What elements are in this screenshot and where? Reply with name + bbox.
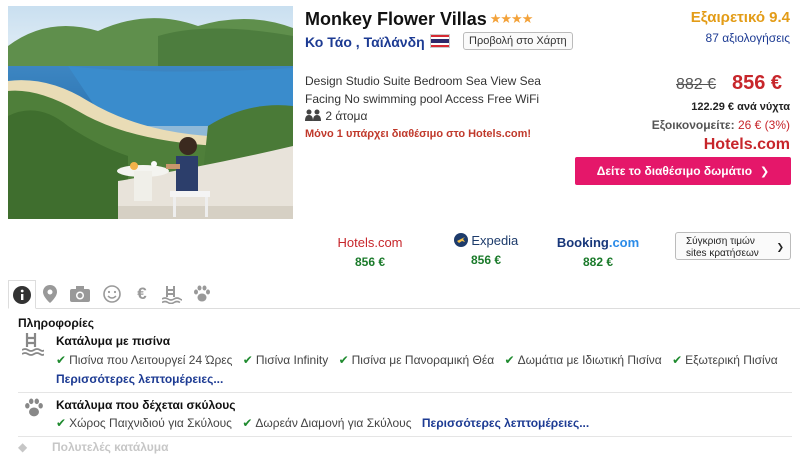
check-icon: ✔ [56,416,67,430]
cta-label: Δείτε το διαθέσιμο δωμάτιο [596,164,753,178]
savings: Εξοικονομείτε: 26 € (3%) [652,118,790,132]
dogs-section-title: Κατάλυμα που δέχεται σκύλους [56,398,236,412]
feature-label: Πισίνα με Πανοραμική Θέα [351,353,495,367]
pool-icon [21,332,46,356]
price-per-night: 122.29 € ανά νύχτα [691,101,790,113]
check-icon: ✔ [242,416,253,430]
persons-label: 2 άτομα [325,109,368,123]
feature-item: ✔ Πισίνα Infinity [243,353,328,367]
rating-label: Εξαιρετικό 9.4 [690,9,790,26]
hotel-name-text[interactable]: Monkey Flower Villas [305,9,487,29]
paw-icon [24,398,48,422]
view-on-map-button[interactable]: Προβολή στο Χάρτη [463,32,573,50]
divider [18,392,792,393]
hotel-photo[interactable] [8,6,293,219]
luxury-section: ◆ Πολυτελές κατάλυμα [18,440,168,454]
compare-line-1: Σύγκριση τιμών [686,236,755,247]
thailand-flag-icon [429,34,450,48]
tab-reviews[interactable] [98,280,126,308]
tab-info[interactable] [8,280,36,309]
map-pin-icon [43,285,57,303]
dog-features: ✔ Χώρος Παιχνιδιού για Σκύλους ✔ Δωρεάν Δι… [56,414,798,433]
feature-label: Δωρεάν Διαμονή για Σκύλους [255,416,412,430]
savings-label: Εξοικονομείτε: [651,118,735,132]
star-rating: ★★★★ [489,11,534,26]
old-price: 882 € [676,76,717,93]
provider-name-main: Booking [556,235,609,250]
camera-icon [70,286,90,302]
euro-icon: € [137,284,147,303]
hotel-name[interactable]: Monkey Flower Villas ★★★★ [305,9,534,30]
feature-item: ✔ Πισίνα που Λειτουργεί 24 Ώρες [56,353,232,367]
chevron-right-icon: ❯ [760,165,770,178]
feature-item: ✔ Εξωτερική Πισίνα [672,353,778,367]
provider-name-text: Expedia [471,233,519,248]
feature-label: Εξωτερική Πισίνα [685,353,778,367]
reviews-link[interactable]: 87 αξιολογήσεις [706,31,790,45]
new-price: 856 € [732,72,783,94]
occupancy: 2 άτομα [305,109,367,123]
availability-note: Μόνο 1 υπάρχει διαθέσιμο στο Hotels.com! [305,128,532,140]
pool-more-details-link[interactable]: Περισσότερες λεπτομέρειες... [56,372,223,386]
provider-name: Hotels.com [337,235,403,250]
info-icon [13,285,31,304]
info-heading: Πληροφορίες [18,316,95,330]
feature-item: ✔ Πισίνα με Πανοραμική Θέα [339,353,495,367]
provider-name: Expedia [446,233,526,250]
compare-prices-button[interactable]: Σύγκριση τιμών sites κρατήσεων ❯ [675,232,791,260]
feature-label: Πισίνα που Λειτουργεί 24 Ώρες [69,353,233,367]
feature-item: ✔ Χώρος Παιχνιδιού για Σκύλους [56,416,232,430]
tab-location[interactable] [36,280,64,308]
feature-label: Δωμάτια με Ιδιωτική Πισίνα [517,353,662,367]
provider-name-suffix: .com [608,235,640,250]
divider [18,436,792,437]
pool-section-title: Κατάλυμα με πισίνα [56,334,171,348]
dogs-more-details-link[interactable]: Περισσότερες λεπτομέρειες... [422,416,589,430]
feature-item: ✔ Δωρεάν Διαμονή για Σκύλους [242,416,411,430]
tab-photos[interactable] [66,280,94,308]
smiley-icon [103,285,121,303]
provider-booking-com[interactable]: Booking.com 882 € [556,235,640,269]
hotels-com-logo[interactable]: Hotels.com [704,136,790,154]
check-icon: ✔ [338,353,349,367]
provider-price: 856 € [470,253,502,267]
tab-prices[interactable]: € [128,280,156,308]
chevron-down-icon: ❯ [776,242,784,252]
room-description: Design Studio Suite Bedroom Sea View Sea… [305,74,541,106]
check-icon: ✔ [672,353,683,367]
luxury-section-title: Πολυτελές κατάλυμα [52,440,169,454]
check-icon: ✔ [56,353,67,367]
hotel-photo-illustration [8,6,293,219]
location-text[interactable]: Κο Τάο , Ταϊλάνδη [305,34,425,50]
feature-item: ✔ Δωμάτια με Ιδιωτική Πισίνα [505,353,662,367]
provider-expedia[interactable]: Expedia 856 € [446,233,526,267]
expedia-plane-icon [453,233,468,247]
view-available-room-button[interactable]: Δείτε το διαθέσιμο δωμάτιο ❯ [575,157,791,185]
check-icon: ✔ [242,353,253,367]
hotel-location[interactable]: Κο Τάο , Ταϊλάνδη [305,34,450,50]
provider-hotels-com[interactable]: Hotels.com 856 € [330,235,410,269]
paw-icon [194,285,210,302]
tab-pool[interactable] [158,280,186,308]
diamond-icon: ◆ [18,440,28,454]
provider-name: Booking.com [556,235,640,252]
compare-line-2: sites κρατήσεων [686,248,759,259]
persons-icon [305,109,322,121]
pool-icon [162,286,182,304]
details-tabbar: € [8,280,800,309]
check-icon: ✔ [504,353,515,367]
provider-price: 856 € [354,255,386,269]
pool-features: ✔ Πισίνα που Λειτουργεί 24 Ώρες ✔ Πισίνα I… [56,351,798,389]
savings-value: 26 € (3%) [737,118,790,132]
feature-label: Χώρος Παιχνιδιού για Σκύλους [69,416,232,430]
tab-pets[interactable] [188,280,216,308]
feature-label: Πισίνα Infinity [255,353,329,367]
provider-price: 882 € [582,255,614,269]
